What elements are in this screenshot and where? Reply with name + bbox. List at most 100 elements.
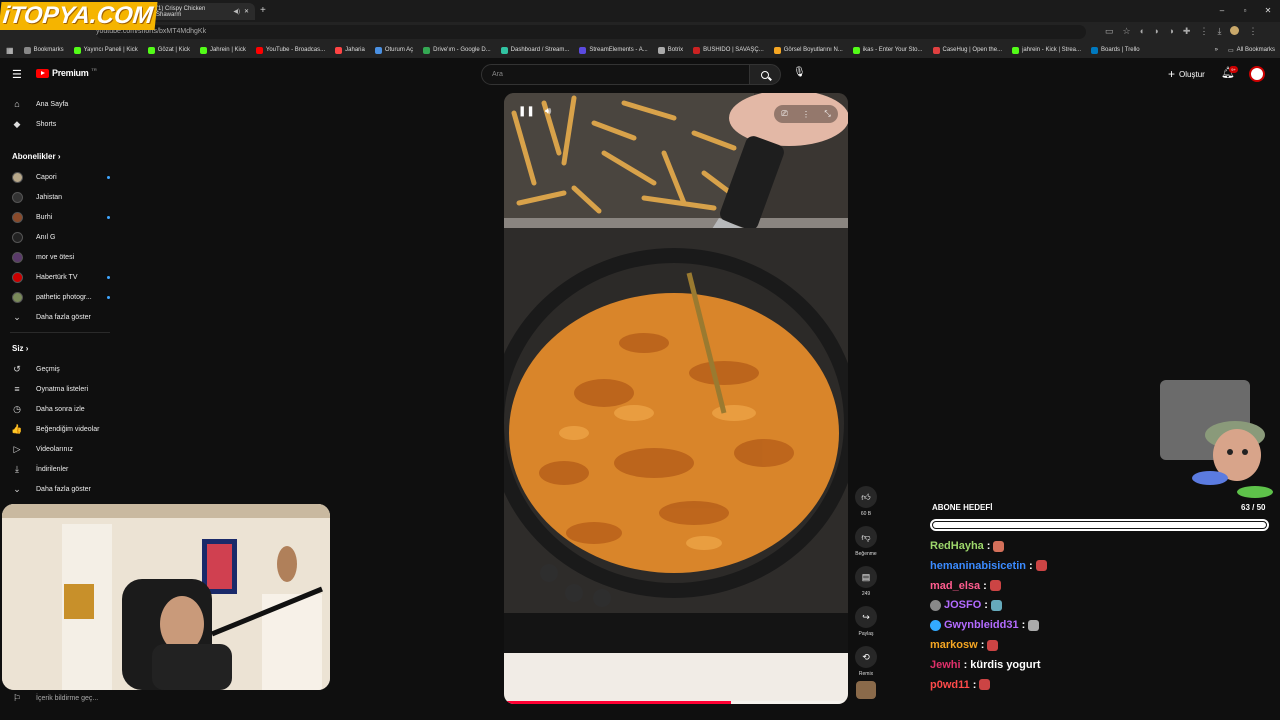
sidebar-item[interactable]: Jahistan: [10, 190, 110, 204]
menu-kebab-icon[interactable]: ⋮: [1199, 26, 1208, 37]
show-more-you-button[interactable]: ⌄ Daha fazla göster: [10, 482, 110, 496]
microphone-icon[interactable]: 🎙: [793, 67, 806, 81]
close-window-button[interactable]: ✕: [1262, 5, 1274, 17]
new-tab-button[interactable]: +: [260, 5, 266, 16]
dislike-button[interactable]: 👎︎: [855, 526, 877, 548]
bookmark-favicon-icon: [693, 46, 701, 54]
bookmark-favicon-icon: [374, 46, 382, 54]
sidebar-item[interactable]: Burhi: [10, 210, 110, 224]
extension-icon[interactable]: ◑: [1168, 26, 1173, 37]
chat-separator: :: [980, 639, 985, 651]
bookmark-item[interactable]: ikas - Enter Your Sto...: [848, 46, 928, 54]
chat-message: p0wd11:: [930, 679, 991, 691]
account-avatar[interactable]: [1249, 66, 1265, 82]
bookmark-item[interactable]: YouTube - Broadcas...: [251, 46, 330, 54]
bookmark-item[interactable]: Boards | Trello: [1086, 46, 1145, 54]
extension-icon[interactable]: ◐: [1140, 26, 1145, 37]
more-options-icon[interactable]: ⋮: [802, 110, 810, 119]
video-progress-track[interactable]: [504, 701, 848, 704]
sound-thumbnail[interactable]: [856, 681, 876, 699]
sidebar-item[interactable]: Capori: [10, 170, 110, 184]
sidebar-item[interactable]: ⤓ İndirilenler: [10, 462, 110, 476]
sidebar-item[interactable]: ↺ Geçmiş: [10, 362, 110, 376]
cast-icon[interactable]: ▭: [1105, 26, 1114, 37]
sidebar-item[interactable]: Anıl G: [10, 230, 110, 244]
you-heading[interactable]: Siz ›: [12, 344, 28, 353]
menu-icon[interactable]: ⋮: [1248, 26, 1257, 37]
new-content-dot: [107, 215, 110, 219]
bookmark-item[interactable]: Bookmarks: [19, 46, 69, 54]
thumbs-down-icon: 👎︎: [861, 531, 871, 542]
bookmark-item[interactable]: Oturum Aç: [370, 46, 418, 54]
create-button[interactable]: + Oluştur: [1168, 67, 1205, 81]
all-bookmarks-folder[interactable]: ▭ All Bookmarks: [1223, 47, 1280, 54]
sidebar-item[interactable]: mor ve ötesi: [10, 250, 110, 264]
sidebar-item[interactable]: ⌂ Ana Sayfa: [10, 97, 110, 111]
bookmark-item[interactable]: Dashboard / Stream...: [496, 46, 575, 54]
bookmark-item[interactable]: Görsel Boyutlarını N...: [769, 46, 848, 54]
sidebar-item[interactable]: ≡ Oynatma listeleri: [10, 382, 110, 396]
hamburger-menu-icon[interactable]: ☰: [12, 68, 22, 81]
tab-audio-icon[interactable]: ◀): [233, 8, 240, 15]
comments-button[interactable]: ▤: [855, 566, 877, 588]
mascot-image: [1192, 421, 1273, 498]
sidebar-item[interactable]: ▷ Videolarınız: [10, 442, 110, 456]
extension-icon[interactable]: ◗: [1154, 26, 1159, 37]
extensions-puzzle-icon[interactable]: ✚: [1183, 26, 1191, 37]
restore-button[interactable]: ▫: [1239, 5, 1251, 17]
bookmark-item[interactable]: CaseHug | Open the...: [928, 46, 1008, 54]
notification-badge: 9+: [1229, 66, 1238, 73]
show-more-subs-button[interactable]: ⌄ Daha fazla göster: [10, 310, 110, 324]
captions-icon[interactable]: ⎚: [781, 109, 787, 119]
sidebar-item[interactable]: ◆ Shorts: [10, 117, 110, 131]
bookmark-label: Boards | Trello: [1101, 47, 1140, 53]
sidebar-item[interactable]: pathetic photogr...: [10, 290, 110, 304]
search-input[interactable]: Ara: [481, 64, 750, 85]
sidebar-item[interactable]: ◷ Daha sonra izle: [10, 402, 110, 416]
bookmark-label: Bookmarks: [33, 47, 64, 53]
bookmark-label: Dashboard / Stream...: [510, 47, 570, 53]
tab-close-icon[interactable]: ✕: [244, 8, 249, 15]
sidebar-item[interactable]: 👍 Beğendiğim videolar: [10, 422, 110, 436]
bookmark-label: YouTube - Broadcas...: [265, 47, 326, 53]
pause-icon[interactable]: ❚❚: [518, 106, 535, 117]
chat-separator: :: [1028, 559, 1033, 572]
shorts-video-player[interactable]: ❚❚ 🔊︎ ⎚ ⋮ ⤡: [504, 93, 848, 704]
minimize-button[interactable]: –: [1216, 5, 1228, 17]
bookmark-item[interactable]: Yayıncı Paneli | Kick: [69, 46, 143, 54]
volume-icon[interactable]: 🔊︎: [545, 106, 551, 117]
bookmark-item[interactable]: Jahrein | Kick: [195, 46, 251, 54]
url-input[interactable]: youtube.com/shorts/bxMT4MdhgKk: [96, 25, 1086, 39]
bookmarks-overflow-icon[interactable]: »: [1210, 47, 1223, 53]
bookmark-star-icon[interactable]: ☆: [1123, 26, 1131, 37]
profile-avatar[interactable]: [1230, 26, 1240, 35]
browser-tab-active[interactable]: (1) Crispy Chicken Shawarm ◀) ✕: [150, 3, 255, 20]
sidebar-item-label: Jahistan: [36, 193, 63, 201]
download-icon[interactable]: ⤓: [1217, 26, 1221, 37]
search-placeholder: Ara: [492, 71, 503, 78]
bookmark-item[interactable]: BUSHIDO | SAVAŞÇ...: [688, 46, 769, 54]
fullscreen-icon[interactable]: ⤡: [824, 109, 830, 119]
clock-icon: ◷: [13, 403, 21, 414]
like-button[interactable]: 👍︎: [855, 486, 877, 508]
report-history-link[interactable]: ⚐ İçerik bildirme geç...: [10, 691, 110, 705]
remix-button[interactable]: ⟲: [855, 646, 877, 668]
bookmark-favicon-icon: [199, 46, 207, 54]
bookmark-item[interactable]: jahrein - Kick | Strea...: [1007, 46, 1086, 54]
bookmark-item[interactable]: Botrix: [653, 46, 688, 54]
bookmark-favicon-icon: [852, 46, 860, 54]
apps-grid-icon[interactable]: ▦: [0, 46, 19, 55]
bookmark-item[interactable]: Jaharia: [330, 46, 370, 54]
watermark-logo: iTOPYA.COM: [0, 2, 158, 30]
share-button[interactable]: ↪: [855, 606, 877, 628]
video-progress-fill: [504, 701, 732, 704]
sidebar-item[interactable]: Habertürk TV: [10, 270, 110, 284]
flag-icon: ⚐: [12, 692, 22, 703]
search-button[interactable]: [749, 64, 781, 85]
chat-message: hemaninabisicetin:: [930, 560, 1047, 572]
youtube-logo[interactable]: Premium TR: [36, 67, 97, 78]
subscriptions-heading[interactable]: Abonelikler ›: [12, 152, 60, 161]
bookmark-item[interactable]: Gözat | Kick: [143, 46, 195, 54]
bookmark-item[interactable]: StreamElements - A...: [574, 46, 652, 54]
bookmark-item[interactable]: Drive'ım - Google D...: [418, 46, 496, 54]
